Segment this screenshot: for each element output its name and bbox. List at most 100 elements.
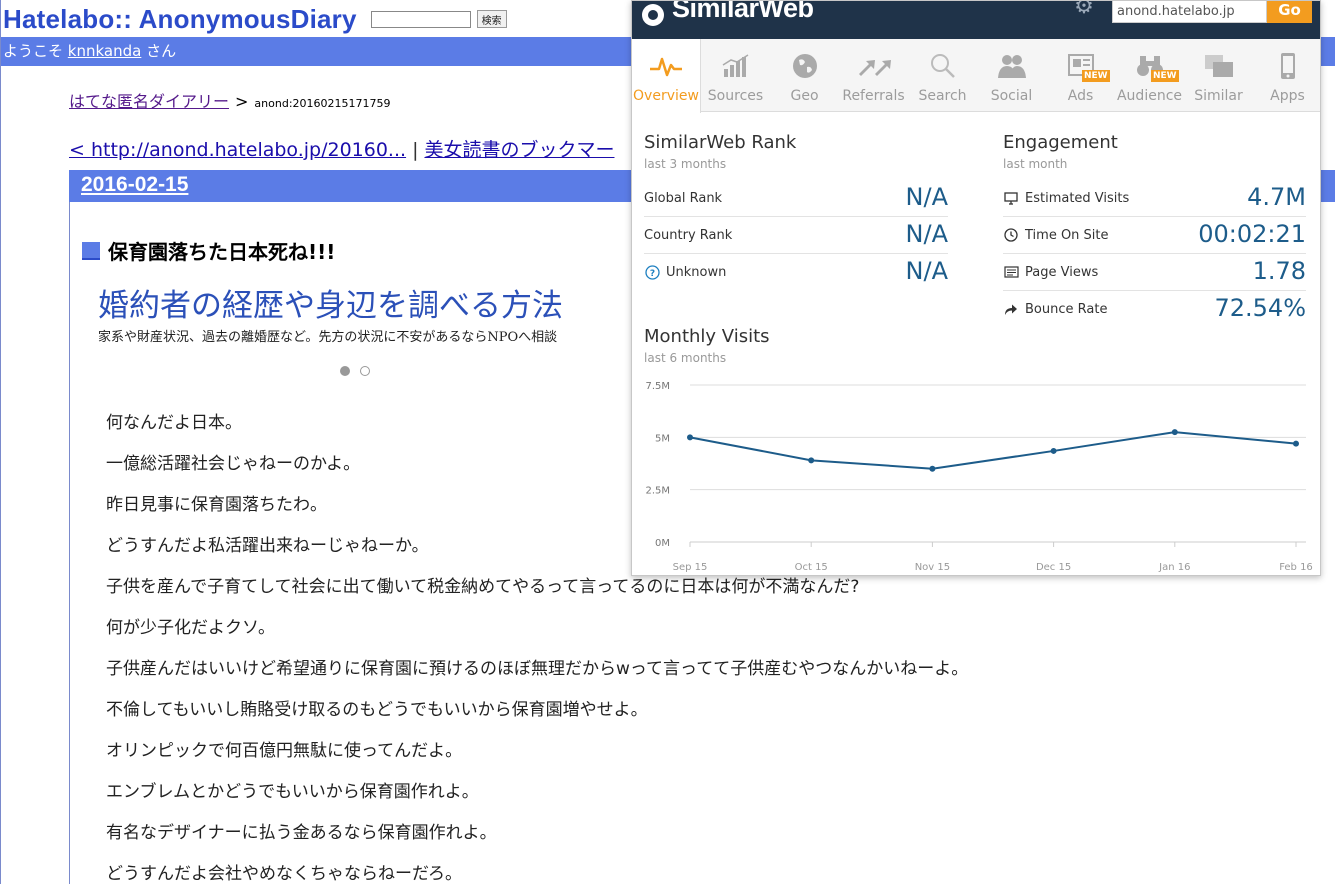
pages-icon xyxy=(1003,264,1019,280)
tab-similar[interactable]: Similar xyxy=(1184,39,1253,112)
tab-label: Sources xyxy=(707,88,764,104)
chart-y-tick-label: 2.5M xyxy=(645,486,670,497)
similarweb-tabs: Overview Sources Geo Referrals Search So… xyxy=(632,39,1320,113)
engagement-title: Engagement xyxy=(1003,132,1118,153)
paragraph: 子供を産んで子育てして社会に出て働いて税金納めてやるって言ってるのに日本は何が不… xyxy=(106,577,860,597)
country-rank-label: Country Rank xyxy=(644,227,733,243)
global-rank-value: N/A xyxy=(905,183,948,211)
pulse-icon xyxy=(632,51,700,81)
carousel-dot-2[interactable] xyxy=(360,366,370,376)
tab-label: Apps xyxy=(1270,88,1305,104)
chart-y-tick-label: 7.5M xyxy=(645,381,670,392)
bounce-rate-value: 72.54% xyxy=(1214,294,1306,322)
tab-apps[interactable]: Apps xyxy=(1253,39,1320,112)
people-icon xyxy=(977,51,1046,81)
country-rank-value: N/A xyxy=(905,220,948,248)
entry-navigation: < http://anond.hatelabo.jp/20160... | 美女読書… xyxy=(69,135,614,162)
global-rank-label: Global Rank xyxy=(644,190,723,206)
tab-referrals[interactable]: Referrals xyxy=(839,39,908,112)
paragraph: 不倫してもいいし賄賂受け取るのもどうでもいいから保育園増やせよ。 xyxy=(106,700,648,720)
time-on-site-label: Time On Site xyxy=(1025,227,1109,243)
ad-carousel-dots xyxy=(340,366,370,376)
entry-nav-separator: | xyxy=(412,139,419,161)
paragraph: オリンピックで何百億円無駄に使ってんだよ。 xyxy=(106,741,463,761)
tab-label: Referrals xyxy=(842,88,905,104)
engagement-period: last month xyxy=(1003,157,1068,171)
entry-permalink-marker[interactable] xyxy=(82,241,100,260)
domain-input[interactable] xyxy=(1112,1,1267,23)
paragraph: どうすんだよ会社やめなくちゃならねーだろ。 xyxy=(106,864,462,884)
next-entry-link[interactable]: 美女読書のブックマー xyxy=(424,139,614,161)
prev-entry-link[interactable]: < http://anond.hatelabo.jp/20160... xyxy=(69,139,406,161)
time-on-site-row: Time On Site 00:02:21 xyxy=(1003,217,1306,254)
tab-label: Similar xyxy=(1194,88,1243,104)
gear-icon[interactable]: ⚙ xyxy=(1072,1,1096,19)
welcome-prefix: ようこそ xyxy=(3,42,64,60)
paragraph: エンブレムとかどうでもいいから保育園作れよ。 xyxy=(106,782,479,802)
entry-title: 保育園落ちた日本死ね!!! xyxy=(82,236,335,265)
entry-title-text: 保育園落ちた日本死ね!!! xyxy=(108,240,336,264)
rank-title: SimilarWeb Rank xyxy=(644,132,797,153)
chart-data-point xyxy=(929,465,936,472)
global-rank-row: Global Rank N/A xyxy=(644,180,948,217)
tab-geo[interactable]: Geo xyxy=(770,39,839,112)
tab-ads[interactable]: NEW Ads xyxy=(1046,39,1115,112)
bounce-rate-label-wrap: Bounce Rate xyxy=(1003,302,1107,318)
tab-label: Audience xyxy=(1116,88,1183,104)
go-button[interactable]: Go xyxy=(1267,1,1312,23)
monthly-visits-title: Monthly Visits xyxy=(644,326,770,347)
similarweb-logo-icon xyxy=(642,3,664,26)
estimated-visits-label: Estimated Visits xyxy=(1025,190,1130,206)
chart-data-point xyxy=(808,457,815,464)
chart-x-tick-label: Oct 15 xyxy=(795,562,828,573)
chart-data-point xyxy=(687,434,693,441)
tab-sources[interactable]: Sources xyxy=(701,39,770,112)
site-header: Hatelabo:: AnonymousDiary 検索 xyxy=(3,2,507,36)
question-circle-icon[interactable]: ? xyxy=(644,265,660,281)
breadcrumb: はてな匿名ダイアリー > anond:20160215171759 xyxy=(69,88,391,112)
site-search-button[interactable]: 検索 xyxy=(476,10,507,28)
welcome-suffix: さん xyxy=(146,42,177,60)
unknown-rank-row: ? Unknown N/A xyxy=(644,254,948,291)
clock-icon xyxy=(1003,227,1019,243)
estimated-visits-row: Estimated Visits 4.7M xyxy=(1003,180,1306,217)
ad-box[interactable]: 婚約者の経歴や身辺を調べる方法 家系や財産状況、過去の離婚歴など。先方の状況に不… xyxy=(98,280,618,376)
tab-search[interactable]: Search xyxy=(908,39,977,112)
breadcrumb-home-link[interactable]: はてな匿名ダイアリー xyxy=(69,92,229,111)
similarweb-logo[interactable]: SimilarWeb xyxy=(642,0,814,26)
chart-x-tick-label: Sep 15 xyxy=(673,562,708,573)
tab-social[interactable]: Social xyxy=(977,39,1046,112)
new-badge: NEW xyxy=(1151,70,1179,82)
tab-label: Overview xyxy=(633,88,699,104)
page-views-label: Page Views xyxy=(1025,264,1099,280)
chart-y-tick-label: 5M xyxy=(655,433,670,444)
country-rank-row: Country Rank N/A xyxy=(644,217,948,254)
chart-y-tick-label: 0M xyxy=(655,538,670,549)
carousel-dot-1[interactable] xyxy=(340,366,350,376)
entry-date-link[interactable]: 2016-02-15 xyxy=(81,173,188,197)
tab-audience[interactable]: NEW Audience xyxy=(1115,39,1184,112)
tab-label: Social xyxy=(990,88,1033,104)
ad-title[interactable]: 婚約者の経歴や身辺を調べる方法 xyxy=(98,280,618,325)
chart-x-tick-label: Nov 15 xyxy=(915,562,950,573)
page-views-row: Page Views 1.78 xyxy=(1003,254,1306,291)
similarweb-brand: SimilarWeb xyxy=(672,0,814,23)
breadcrumb-separator: > xyxy=(235,92,249,111)
estimated-visits-label-wrap: Estimated Visits xyxy=(1003,190,1129,206)
chart-x-tick-label: Jan 16 xyxy=(1158,562,1190,573)
time-on-site-label-wrap: Time On Site xyxy=(1003,227,1109,243)
chart-data-point xyxy=(1293,440,1299,447)
monthly-visits-chart: 7.5M 5M 2.5M 0M Sep 15 Oct 15 Nov 15 Dec 15 Jan … xyxy=(645,381,1312,573)
paragraph: 子供産んだはいいけど希望通りに保育園に預けるのほぼ無理だからwって言ってて子供産… xyxy=(106,659,969,679)
username-link[interactable]: knnkanda xyxy=(68,42,142,60)
unknown-rank-value: N/A xyxy=(905,257,948,285)
site-search-input[interactable] xyxy=(370,10,471,28)
rank-period: last 3 months xyxy=(644,157,727,171)
estimated-visits-value: 4.7M xyxy=(1247,183,1306,211)
windows-icon xyxy=(1184,51,1253,81)
site-logo[interactable]: Hatelabo:: AnonymousDiary xyxy=(3,4,357,35)
tab-label: Ads xyxy=(1067,88,1094,104)
tab-overview[interactable]: Overview xyxy=(632,39,701,113)
chart-x-tick-label: Dec 15 xyxy=(1036,562,1071,573)
phone-icon xyxy=(1253,51,1320,81)
